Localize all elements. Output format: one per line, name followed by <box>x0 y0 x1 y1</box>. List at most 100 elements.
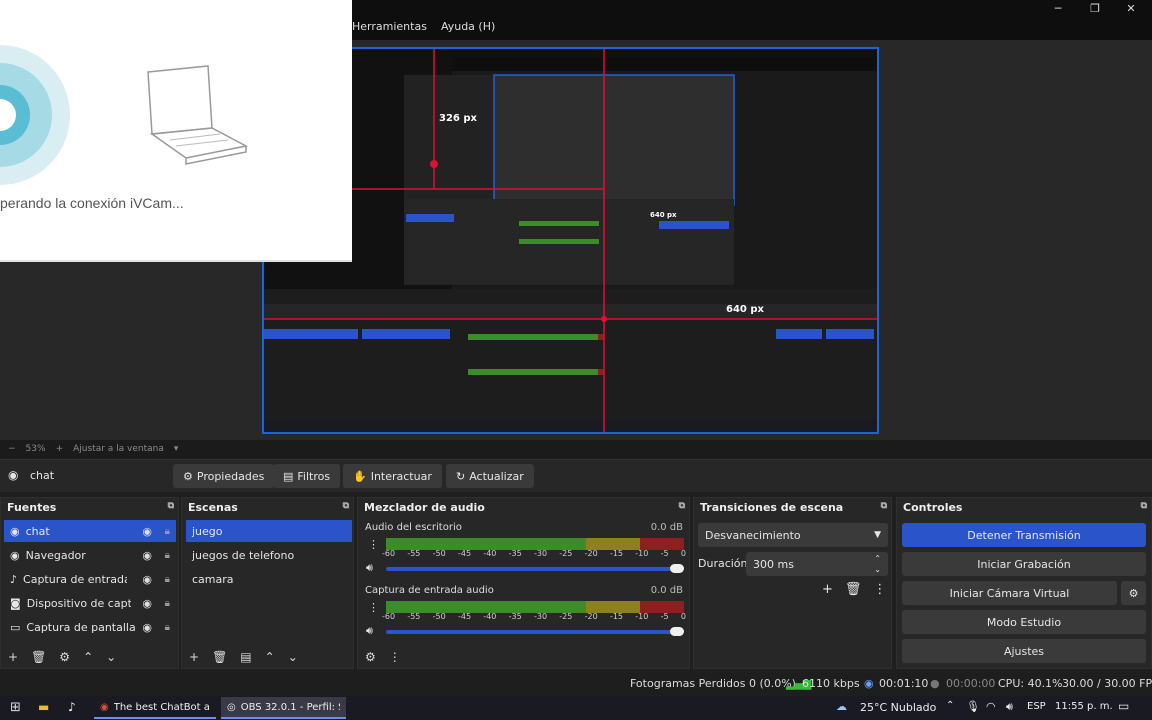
move-down-icon[interactable]: ⌄ <box>288 650 298 664</box>
refresh-label: Actualizar <box>469 469 524 483</box>
spinner-icon[interactable]: ⌃ ⌄ <box>874 553 881 575</box>
preview-canvas[interactable]: 326 px 640 px 640 px <box>262 47 879 434</box>
channel-name: Captura de entrada audio <box>365 585 494 596</box>
gear-icon[interactable]: ⚙ <box>59 650 70 664</box>
meter-ticks: -60 -55 -50 -45 -40 -35 -30 -25 -20 -15 -10 -5 0 <box>382 612 686 621</box>
volume-icon[interactable]: 🔊︎ <box>1006 700 1013 714</box>
measure-label-height: 326 px <box>439 113 477 124</box>
move-up-icon[interactable]: ⌃ <box>265 650 275 664</box>
language-indicator[interactable]: ESP <box>1027 701 1046 712</box>
eye-icon[interactable]: ◉ <box>142 549 152 562</box>
meter-ticks: -60 -55 -50 -45 -40 -35 -30 -25 -20 -15 -10 -5 0 <box>382 549 686 558</box>
camera-icon: ◙ <box>10 596 21 610</box>
studio-mode-button[interactable]: Modo Estudio <box>902 610 1146 634</box>
popout-icon[interactable]: ⧉ <box>168 501 174 511</box>
lock-icon[interactable]: 🔒︎ <box>165 622 170 633</box>
chrome-task[interactable]: ◉ The best ChatBot an... <box>94 697 216 719</box>
kebab-menu-icon[interactable]: ⋮ <box>368 601 379 614</box>
eye-icon[interactable]: ◉ <box>142 525 152 538</box>
chrome-icon: ◉ <box>100 701 109 713</box>
scene-item-juego[interactable]: juego <box>186 520 352 542</box>
kebab-menu-icon[interactable]: ⋮ <box>873 582 886 597</box>
refresh-button[interactable]: ↻ Actualizar <box>446 464 534 488</box>
channel-db: 0.0 dB <box>650 522 683 533</box>
menu-tools[interactable]: Herramientas <box>352 20 427 38</box>
eye-icon[interactable]: ◉ <box>142 573 152 586</box>
volume-slider[interactable] <box>386 630 678 634</box>
stop-stream-button[interactable]: Detener Transmisión <box>902 523 1146 547</box>
volume-slider[interactable] <box>386 567 678 571</box>
eye-icon[interactable]: ◉ <box>142 621 152 634</box>
speaker-icon[interactable]: 🔊︎ <box>366 561 373 575</box>
add-source-icon[interactable]: + <box>8 650 18 664</box>
speaker-icon[interactable]: 🔊︎ <box>366 624 373 638</box>
virtual-cam-settings-button[interactable]: ⚙ <box>1121 581 1146 605</box>
transition-actions: + 🗑︎ ⋮ <box>822 582 886 597</box>
fit-dropdown-icon[interactable]: ▾ <box>174 444 179 454</box>
minimize-button[interactable]: ─ <box>1043 2 1073 18</box>
tiktok-icon[interactable]: ♪ <box>68 700 76 714</box>
start-virtual-cam-button[interactable]: Iniciar Cámara Virtual <box>902 581 1117 605</box>
lock-icon[interactable]: 🔒︎ <box>165 526 170 537</box>
file-explorer-icon[interactable]: ▬ <box>38 700 49 714</box>
menu-help[interactable]: Ayuda (H) <box>441 20 495 38</box>
source-item-navegador[interactable]: ◉ Navegador ◉ 🔒︎ <box>4 544 176 566</box>
source-item-chat[interactable]: ◉ chat ◉ 🔒︎ <box>4 520 176 542</box>
settings-button[interactable]: Ajustes <box>902 639 1146 663</box>
transition-select[interactable]: Desvanecimiento ▼ <box>698 523 888 547</box>
popout-icon[interactable]: ⧉ <box>1141 501 1147 511</box>
eye-icon[interactable]: ◉ <box>142 597 152 610</box>
trash-icon[interactable]: 🗑︎ <box>212 650 227 664</box>
mixer-title: Mezclador de audio ⧉ <box>364 501 685 514</box>
fit-window-label[interactable]: Ajustar a la ventana <box>73 444 164 454</box>
add-transition-icon[interactable]: + <box>822 582 833 597</box>
stream-time: 00:01:10 <box>879 677 929 690</box>
kebab-menu-icon[interactable]: ⋮ <box>389 650 401 664</box>
browser-icon: ◉ <box>10 524 20 538</box>
audio-mixer-dock: Mezclador de audio ⧉ Audio del escritorio… <box>357 497 690 669</box>
interact-button[interactable]: ✋ Interactuar <box>343 464 442 488</box>
properties-button[interactable]: ⚙ Propiedades <box>173 464 275 488</box>
add-scene-icon[interactable]: + <box>189 650 199 664</box>
volume-knob[interactable] <box>670 564 684 573</box>
obs-task[interactable]: ◎ OBS 32.0.1 - Perfil: Si... <box>221 697 346 719</box>
source-item-audio-input[interactable]: ♪Captura de entrada au ◉🔒︎ <box>4 568 176 590</box>
popout-icon[interactable]: ⧉ <box>881 501 887 511</box>
trash-icon[interactable]: 🗑︎ <box>845 582 862 597</box>
scene-item-juegos-de-telefono[interactable]: juegos de telefono <box>186 544 352 566</box>
properties-label: Propiedades <box>196 469 265 483</box>
scene-item-camara[interactable]: camara <box>186 568 352 590</box>
move-down-icon[interactable]: ⌄ <box>106 650 116 664</box>
popout-icon[interactable]: ⧉ <box>679 501 685 511</box>
advanced-audio-icon[interactable]: ⚙ <box>365 650 376 664</box>
clock[interactable]: 11:55 p. m. <box>1055 701 1113 712</box>
duration-input[interactable]: 300 ms ⌃ ⌄ <box>746 552 888 576</box>
notifications-icon[interactable]: ▭ <box>1118 699 1129 713</box>
microphone-icon[interactable]: 🎙︎ <box>966 700 980 713</box>
lock-icon[interactable]: 🔒︎ <box>165 550 170 561</box>
lock-icon[interactable]: 🔒︎ <box>165 598 170 609</box>
move-up-icon[interactable]: ⌃ <box>83 650 93 664</box>
wifi-icon[interactable]: ◠ <box>986 700 996 713</box>
trash-icon[interactable]: 🗑︎ <box>31 650 46 664</box>
start-recording-button[interactable]: Iniciar Grabación <box>902 552 1146 576</box>
kebab-menu-icon[interactable]: ⋮ <box>368 538 379 551</box>
zoom-in-button[interactable]: + <box>56 444 64 454</box>
lock-icon[interactable]: 🔒︎ <box>165 574 170 585</box>
scenes-title: Escenas ⧉ <box>188 501 349 514</box>
source-item-screen-capture[interactable]: ▭ Captura de pantalla ◉ 🔒︎ <box>4 616 176 638</box>
tray-chevron-icon[interactable]: ⌃ <box>946 700 954 711</box>
ivcam-window[interactable]: perando la conexión iVCam... <box>0 0 352 262</box>
source-item-capture-device[interactable]: ◙Dispositivo de captur ◉🔒︎ <box>4 592 176 614</box>
windows-start-icon[interactable]: ⊞ <box>10 700 21 715</box>
filter-icon[interactable]: ▤ <box>240 650 251 664</box>
volume-knob[interactable] <box>670 627 684 636</box>
filters-button[interactable]: ▤ Filtros <box>273 464 341 488</box>
popout-icon[interactable]: ⧉ <box>343 501 349 511</box>
browser-icon: ◉ <box>10 548 20 562</box>
zoom-out-button[interactable]: − <box>8 444 16 454</box>
weather[interactable]: 25°C Nublado <box>860 701 936 714</box>
controls-title: Controles ⧉ <box>903 501 1147 514</box>
maximize-button[interactable]: ❐ <box>1080 2 1110 18</box>
close-button[interactable]: ✕ <box>1116 2 1146 18</box>
